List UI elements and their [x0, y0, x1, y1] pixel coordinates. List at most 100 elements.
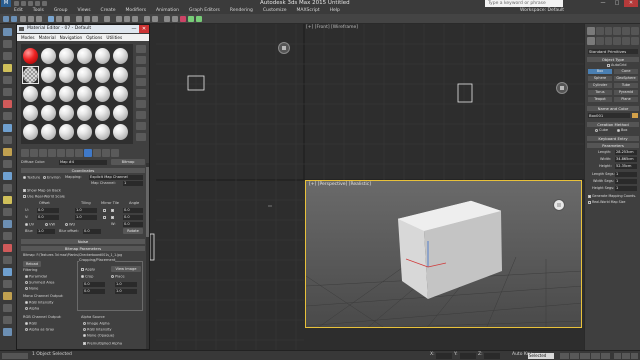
x-coord-field[interactable]: [436, 353, 452, 359]
u-tile-checkbox[interactable]: [111, 209, 115, 213]
tool-icon-17[interactable]: [3, 244, 12, 252]
sample-slot-13[interactable]: [23, 86, 38, 102]
height-segs-field[interactable]: 1: [615, 186, 637, 191]
schematic-view-icon[interactable]: [172, 16, 178, 22]
select-by-name-icon[interactable]: [56, 16, 62, 22]
sample-slot-18[interactable]: [113, 86, 128, 102]
v-offset-field[interactable]: 0.0: [37, 215, 59, 220]
selection-tool-icon[interactable]: [3, 76, 12, 84]
box-button[interactable]: Box: [588, 69, 612, 74]
app-logo-icon[interactable]: M: [1, 0, 11, 7]
sample-slot-6[interactable]: [113, 48, 128, 64]
scroll-thumb[interactable]: [146, 167, 149, 237]
wu-radio[interactable]: WU: [65, 223, 75, 227]
sample-slot-15[interactable]: [59, 86, 74, 102]
menu-customize[interactable]: Customize: [263, 7, 287, 14]
geometry-icon[interactable]: [587, 37, 595, 45]
cylinder-button[interactable]: Cylinder: [588, 83, 612, 88]
category-dropdown[interactable]: Standard Primitives: [588, 49, 638, 54]
tool-icon-18[interactable]: [3, 256, 12, 264]
sample-slot-2[interactable]: [41, 48, 56, 64]
sample-slot-7[interactable]: [23, 67, 38, 83]
open-file-icon[interactable]: [21, 1, 26, 6]
graphite-tool-icon[interactable]: [3, 28, 12, 36]
sample-slot-17[interactable]: [95, 86, 110, 102]
show-end-result-icon[interactable]: [93, 149, 101, 157]
u-offset-field[interactable]: 0.0: [37, 208, 59, 213]
me-menu-utilities[interactable]: Utilities: [106, 34, 122, 41]
redo-icon[interactable]: [42, 1, 47, 6]
pyramid-button[interactable]: Pyramid: [614, 90, 638, 95]
box-left-face[interactable]: [398, 219, 428, 299]
sample-slot-11[interactable]: [95, 67, 110, 83]
menu-rendering[interactable]: Rendering: [230, 7, 253, 14]
menu-graph-editors[interactable]: Graph Editors: [189, 7, 220, 14]
scale-icon[interactable]: [92, 16, 98, 22]
rgb-radio[interactable]: RGB: [25, 322, 37, 326]
motion-tab[interactable]: [613, 27, 622, 35]
me-menu-modes[interactable]: Modes: [21, 34, 35, 41]
backlight-icon[interactable]: [136, 56, 146, 64]
map-channel-field[interactable]: 1: [123, 181, 143, 186]
populate-tool-icon[interactable]: [3, 40, 12, 48]
sample-slot-1[interactable]: [23, 48, 38, 64]
alpha-as-gray-radio[interactable]: Alpha as Gray: [25, 328, 54, 332]
uv-tiling-icon[interactable]: [136, 78, 146, 86]
u-angle-field[interactable]: 0.0: [123, 208, 143, 213]
sample-slot-26[interactable]: [41, 124, 56, 140]
autogrid-checkbox[interactable]: AutoGrid: [607, 63, 640, 68]
tool-icon-16[interactable]: [3, 232, 12, 240]
sample-slot-28[interactable]: [77, 124, 92, 140]
reload-button[interactable]: Reload: [23, 261, 41, 267]
pan-icon[interactable]: [622, 353, 630, 359]
red-tool-icon[interactable]: [3, 100, 12, 108]
menu-edit[interactable]: Edit: [14, 7, 23, 14]
blur-field[interactable]: 1.0: [37, 229, 55, 234]
maximize-button[interactable]: □: [610, 0, 624, 7]
curve-editor-icon[interactable]: [164, 16, 170, 22]
tube-button[interactable]: Tube: [614, 83, 638, 88]
texture-radio[interactable]: Texture: [23, 176, 40, 180]
uv-radio[interactable]: UV: [25, 223, 34, 227]
tool-icon-23[interactable]: [3, 316, 12, 324]
tool-icon-24[interactable]: [3, 328, 12, 336]
layer-icon[interactable]: [3, 88, 12, 96]
make-unique-icon[interactable]: [57, 149, 65, 157]
video-check-icon[interactable]: [136, 89, 146, 97]
blue-tool-icon[interactable]: [3, 124, 12, 132]
orange-tool-icon[interactable]: [3, 148, 12, 156]
v-tile-checkbox[interactable]: [111, 216, 115, 220]
make-preview-icon[interactable]: [136, 100, 146, 108]
parameters-rollout[interactable]: Parameters: [587, 143, 639, 148]
material-editor-scrollbar[interactable]: [146, 163, 149, 349]
real-world-map-checkbox[interactable]: Real-World Map Size: [588, 200, 639, 205]
sample-slot-5[interactable]: [95, 48, 110, 64]
plane-button[interactable]: Plane: [614, 97, 638, 102]
tool-icon-12[interactable]: [3, 184, 12, 192]
sphere-button[interactable]: Sphere: [588, 76, 612, 81]
creation-method-rollout[interactable]: Creation Method: [587, 122, 639, 127]
object-paint-icon[interactable]: [3, 52, 12, 60]
tool-icon-15[interactable]: [3, 220, 12, 228]
modeling-icon[interactable]: [3, 112, 12, 120]
orbit-icon[interactable]: [630, 353, 638, 359]
menu-help[interactable]: Help: [330, 7, 340, 14]
material-id-icon[interactable]: [75, 149, 83, 157]
torus-button[interactable]: Torus: [588, 90, 612, 95]
selection-region-icon[interactable]: [64, 16, 70, 22]
shapes-icon[interactable]: [595, 37, 604, 45]
undo-icon[interactable]: [35, 1, 40, 6]
apply-checkbox[interactable]: Apply: [81, 268, 95, 272]
align-icon[interactable]: [152, 16, 158, 22]
me-menu-material[interactable]: Material: [39, 34, 56, 41]
sample-slot-22[interactable]: [77, 105, 92, 121]
sample-slot-8[interactable]: [41, 67, 56, 83]
sample-slot-21[interactable]: [59, 105, 74, 121]
menu-group[interactable]: Group: [54, 7, 68, 14]
width-field[interactable]: 34.865cm: [615, 157, 637, 162]
material-editor-titlebar[interactable]: Material Editor - 07 - Default — ✕: [17, 25, 149, 33]
w-crop-field[interactable]: 1.0: [115, 282, 137, 287]
rotate-button[interactable]: Rotate: [123, 228, 143, 234]
lights-icon[interactable]: [604, 37, 613, 45]
rgb-intensity-radio[interactable]: RGB Intensity: [25, 301, 54, 305]
